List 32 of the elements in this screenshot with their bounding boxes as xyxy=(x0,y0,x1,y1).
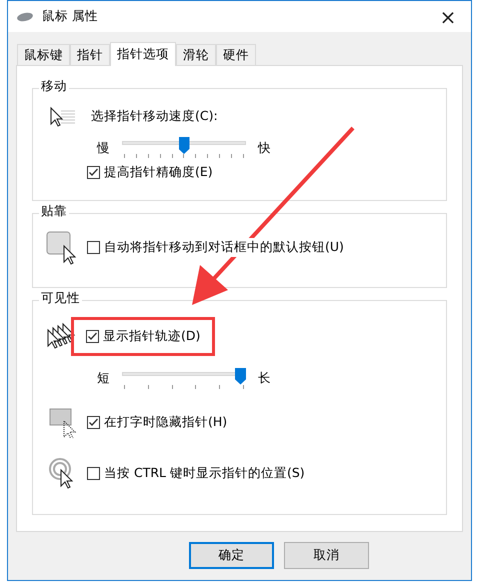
group-title: 移动 xyxy=(39,80,69,92)
slider-thumb[interactable] xyxy=(235,368,246,384)
mouse-icon xyxy=(16,12,34,22)
dialog-button[interactable]: 取消 xyxy=(284,542,369,569)
hidden-pointer-icon xyxy=(49,408,79,438)
tab[interactable]: 滑轮 xyxy=(176,44,216,65)
checkbox[interactable] xyxy=(87,241,100,254)
close-button[interactable]: × xyxy=(433,6,463,26)
tab[interactable]: 指针 xyxy=(70,44,110,65)
group-title: 贴靠 xyxy=(39,204,69,218)
check-icon xyxy=(88,417,99,428)
check-icon xyxy=(87,330,98,342)
slider-max-label: 快 xyxy=(258,138,271,157)
dialog-button[interactable]: 确定 xyxy=(189,542,274,569)
checkbox[interactable] xyxy=(87,467,100,480)
checkbox[interactable] xyxy=(86,330,99,343)
checkbox[interactable] xyxy=(87,166,100,179)
checkbox-label: 自动将指针移动到对话框中的默认按钮(U) xyxy=(104,238,344,258)
slider-track[interactable] xyxy=(122,137,246,159)
tab[interactable]: 鼠标键 xyxy=(17,44,70,65)
speed-label: 选择指针移动速度(C): xyxy=(91,107,218,125)
window-title: 鼠标 属性 xyxy=(42,7,99,26)
check-icon xyxy=(88,166,99,178)
slider-max-label: 长 xyxy=(258,369,271,388)
slider-min-label: 慢 xyxy=(97,138,110,157)
tab[interactable]: 硬件 xyxy=(216,44,256,65)
slider-track[interactable] xyxy=(122,368,246,390)
tab[interactable]: 指针选项 xyxy=(110,42,176,66)
slider-min-label: 短 xyxy=(97,369,110,388)
checkbox[interactable] xyxy=(87,416,100,429)
group-title: 可见性 xyxy=(39,292,82,304)
slider-thumb[interactable] xyxy=(178,137,190,154)
